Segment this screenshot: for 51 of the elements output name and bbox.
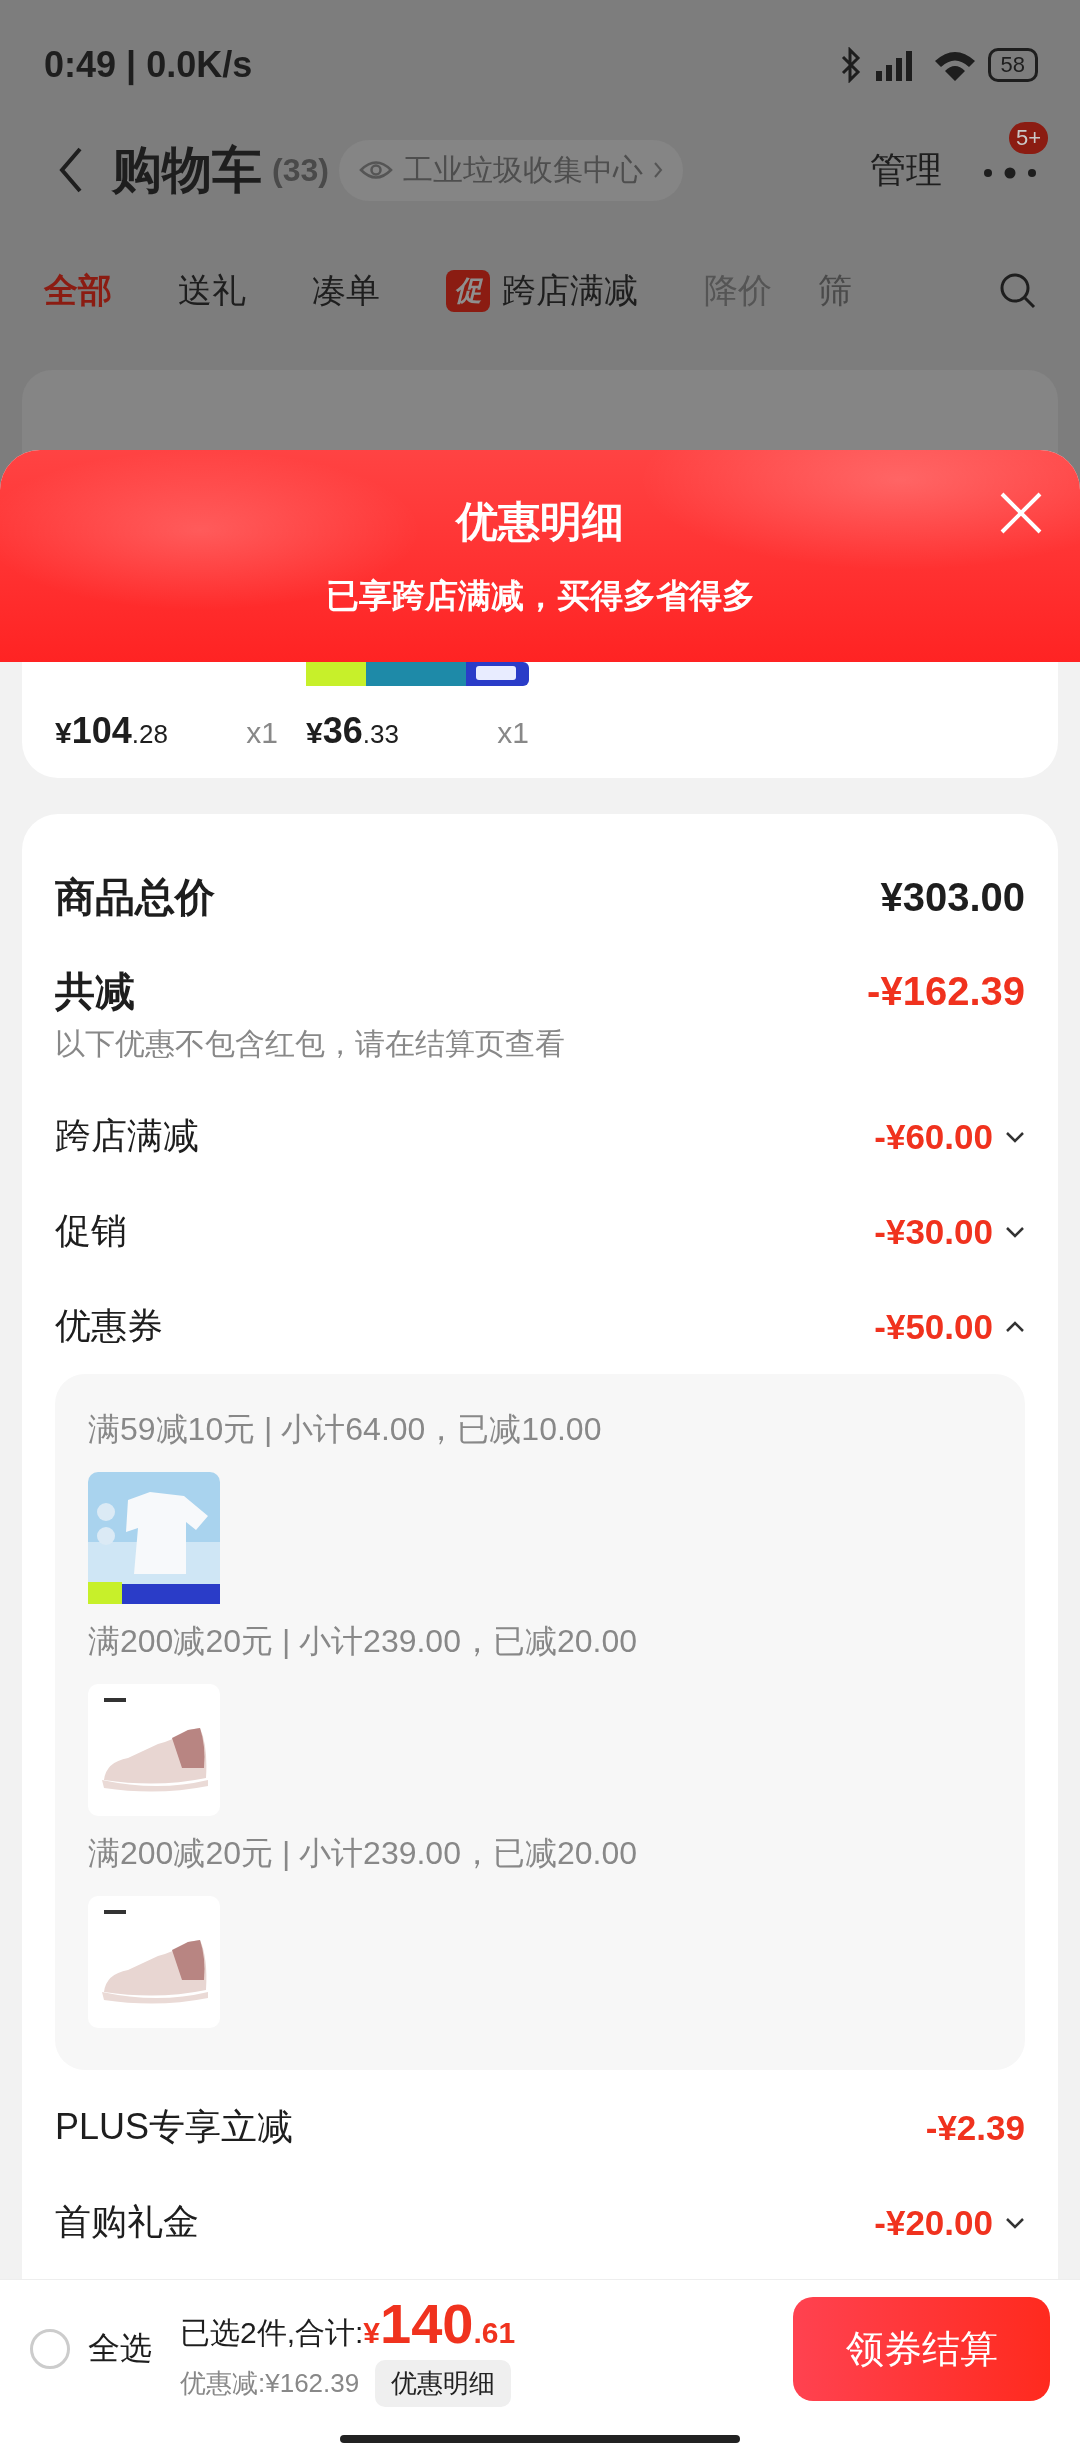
more-icon[interactable]: [982, 166, 1038, 180]
discount-note: 以下优惠不包含红包，请在结算页查看: [55, 1026, 566, 1062]
select-all-checkbox[interactable]: [30, 2329, 70, 2369]
total-price: ¥140.61: [363, 2291, 516, 2356]
filter-tab[interactable]: 全部: [44, 268, 112, 314]
discount-amount: -¥50.00: [874, 1306, 993, 1347]
saved-amount: -¥162.39: [867, 968, 1025, 1014]
discount-amount: -¥60.00: [874, 1116, 993, 1157]
bluetooth-icon: [839, 47, 862, 83]
item-quantity: x1: [497, 716, 529, 750]
total-label: 商品总价: [55, 873, 215, 921]
filter-tab[interactable]: 送礼: [178, 268, 246, 314]
discount-amount: -¥2.39: [925, 2107, 1025, 2148]
filter-tab[interactable]: 凑单: [312, 268, 380, 314]
discount-amount: -¥30.00: [874, 1211, 993, 1252]
saved-label: 共减: [55, 967, 135, 1015]
coupon-detail: 满59减10元 | 小计64.00，已减10.00: [88, 1410, 602, 1449]
manage-button[interactable]: 管理: [870, 145, 942, 195]
discount-label: 促销: [55, 1209, 127, 1253]
chevron-down-icon[interactable]: [1005, 1224, 1025, 1239]
page-title: 购物车: [112, 140, 262, 200]
status-time: 0:49 | 0.0K/s: [44, 44, 253, 86]
promo-tag: 促: [446, 270, 490, 312]
sheet-title: 优惠明细: [456, 496, 624, 547]
chevron-down-icon[interactable]: [1005, 2215, 1025, 2230]
total-amount: ¥303.00: [880, 874, 1025, 920]
item-price: ¥104.28: [55, 710, 168, 752]
select-all-label: 全选: [88, 2329, 152, 2368]
discount-total: 优惠减:¥162.39: [180, 2367, 360, 2400]
chevron-right-icon: [652, 161, 663, 179]
chevron-up-icon[interactable]: [1005, 1319, 1025, 1334]
coupon-detail: 满200减20元 | 小计239.00，已减20.00: [88, 1834, 638, 1873]
discount-label: PLUS专享立减: [55, 2105, 294, 2149]
search-icon[interactable]: [998, 271, 1038, 311]
discount-label: 首购礼金: [55, 2200, 199, 2244]
notification-badge: 5+: [1008, 122, 1048, 154]
item-price: ¥36.33: [306, 710, 399, 752]
sheet-subtitle: 已享跨店满减，买得多省得多: [325, 575, 755, 616]
battery-icon: 58: [987, 48, 1038, 82]
checkout-button[interactable]: 领券结算: [793, 2297, 1050, 2401]
discount-label: 优惠券: [55, 1304, 163, 1348]
discount-amount: -¥20.00: [874, 2202, 993, 2243]
close-icon[interactable]: [998, 490, 1044, 536]
chevron-down-icon[interactable]: [1005, 1129, 1025, 1144]
coupon-detail: 满200减20元 | 小计239.00，已减20.00: [88, 1622, 638, 1661]
selected-summary: 已选2件,合计:: [180, 2315, 364, 2351]
filter-tab[interactable]: 促 跨店满减: [446, 268, 638, 314]
item-quantity: x1: [246, 716, 278, 750]
discount-label: 跨店满减: [55, 1114, 199, 1158]
discount-detail-button[interactable]: 优惠明细: [375, 2360, 512, 2407]
eye-icon: [358, 159, 393, 181]
